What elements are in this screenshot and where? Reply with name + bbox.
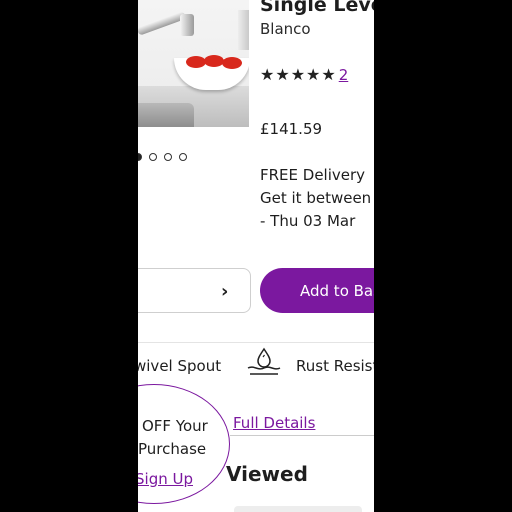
bottle: [238, 10, 249, 50]
carousel-dot[interactable]: [149, 153, 157, 161]
chevron-right-icon[interactable]: ›: [221, 281, 228, 302]
sink-basin: [138, 103, 194, 127]
product-image[interactable]: [138, 0, 249, 127]
water-drop-icon: [247, 347, 281, 375]
promo-text: Purchase: [138, 440, 207, 458]
recently-viewed-heading: Viewed: [226, 462, 308, 486]
product-page: Single Lever Blanco ★ ★ ★ ★ ★ 2 £141.59 …: [138, 0, 374, 512]
delivery-date: - Thu 03 Mar: [260, 212, 356, 230]
product-brand: Blanco: [260, 20, 311, 38]
delivery-window: Get it between Tu: [260, 189, 374, 207]
promo-text: OFF Your: [142, 417, 208, 435]
full-details-link[interactable]: Full Details: [233, 414, 315, 432]
recently-viewed-thumbnail[interactable]: [234, 506, 362, 512]
feature-rust-resistant: Rust Resisto: [296, 357, 374, 375]
image-carousel-dots: [138, 152, 187, 162]
star-rating: ★ ★ ★ ★ ★ 2: [260, 65, 349, 85]
star-icon: ★: [306, 65, 321, 84]
feature-swivel-spout: wivel Spout: [138, 357, 222, 375]
tomato: [222, 57, 242, 69]
sign-up-link[interactable]: Sign Up: [138, 470, 193, 488]
add-to-basket-button[interactable]: Add to Bas: [260, 268, 374, 313]
carousel-dot[interactable]: [164, 153, 172, 161]
tomato: [186, 56, 206, 68]
star-icon: ★: [260, 65, 275, 84]
carousel-dot[interactable]: [138, 153, 142, 161]
product-price: £141.59: [260, 120, 323, 138]
details-divider: [230, 435, 374, 436]
option-selector[interactable]: [138, 268, 251, 313]
divider: [138, 342, 374, 343]
carousel-dot[interactable]: [179, 153, 187, 161]
star-icon: ★: [290, 65, 306, 84]
product-title: Single Lever: [260, 0, 374, 16]
review-count-link[interactable]: 2: [339, 66, 349, 84]
star-icon: ★: [321, 65, 336, 84]
tomato: [204, 55, 224, 67]
delivery-label: FREE Delivery: [260, 166, 366, 184]
tap-head: [180, 14, 194, 36]
star-icon: ★: [275, 65, 290, 84]
